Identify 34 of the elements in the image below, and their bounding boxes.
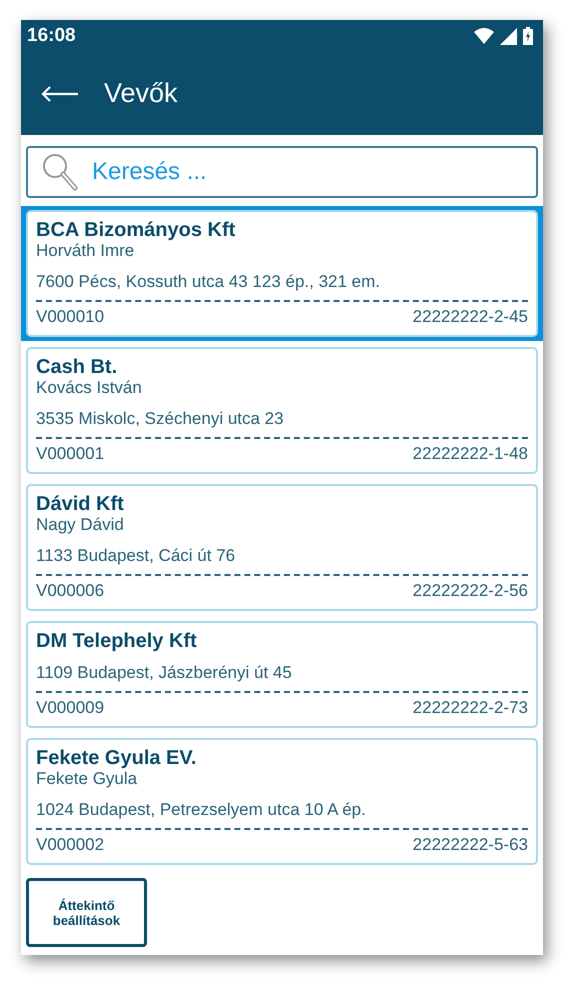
page-title: Vevők [104, 78, 178, 109]
battery-icon [523, 27, 533, 45]
tax-number: 22222222-2-73 [412, 697, 528, 719]
customer-name: Dávid Kft [36, 493, 125, 515]
customer-address: 7600 Pécs, Kossuth utca 43 123 ép., 321 em. [36, 271, 382, 293]
contact-name: Fekete Gyula [36, 769, 138, 789]
customer-name: BCA Bizományos Kft [36, 219, 236, 241]
customer-code: V000010 [36, 306, 104, 328]
customer-code: V000001 [36, 443, 104, 465]
back-arrow-icon[interactable] [41, 86, 79, 102]
search-icon [42, 153, 78, 191]
search-field[interactable]: Keresés ... [26, 146, 538, 198]
tax-number: 22222222-2-56 [412, 580, 528, 602]
contact-name: Horváth Imre [36, 241, 136, 261]
overview-settings-button[interactable]: Áttekintő beállítások [26, 878, 147, 947]
customer-name: DM Telephely Kft [36, 630, 198, 652]
status-time: 16:08 [27, 25, 76, 47]
customer-code: V000009 [36, 697, 104, 719]
customer-address: 1133 Budapest, Cáci út 76 [36, 545, 236, 567]
tax-number: 22222222-5-63 [412, 834, 528, 856]
tax-number: 22222222-1-48 [412, 443, 528, 465]
customer-name: Fekete Gyula EV. [36, 747, 198, 769]
customer-address: 1109 Budapest, Jászberényi út 45 [36, 662, 293, 684]
signal-icon [500, 28, 517, 44]
contact-name: Nagy Dávid [36, 515, 125, 535]
contact-name: Kovács István [36, 378, 143, 398]
customer-address: 1024 Budapest, Petrezselyem utca 10 A ép. [36, 799, 367, 821]
customer-name: Cash Bt. [36, 356, 118, 378]
customer-code: V000002 [36, 834, 104, 856]
wifi-icon [474, 28, 494, 44]
tax-number: 22222222-2-45 [412, 306, 528, 328]
customer-card[interactable]: BCA Bizományos Kft Horváth Imre 7600 Pécs, Kossuth utca 43 123 ép., 321 em. V000010 22222222-2-45 [21, 206, 543, 341]
customer-address: 3535 Miskolc, Széchenyi utca 23 [36, 408, 285, 430]
customer-code: V000006 [36, 580, 104, 602]
